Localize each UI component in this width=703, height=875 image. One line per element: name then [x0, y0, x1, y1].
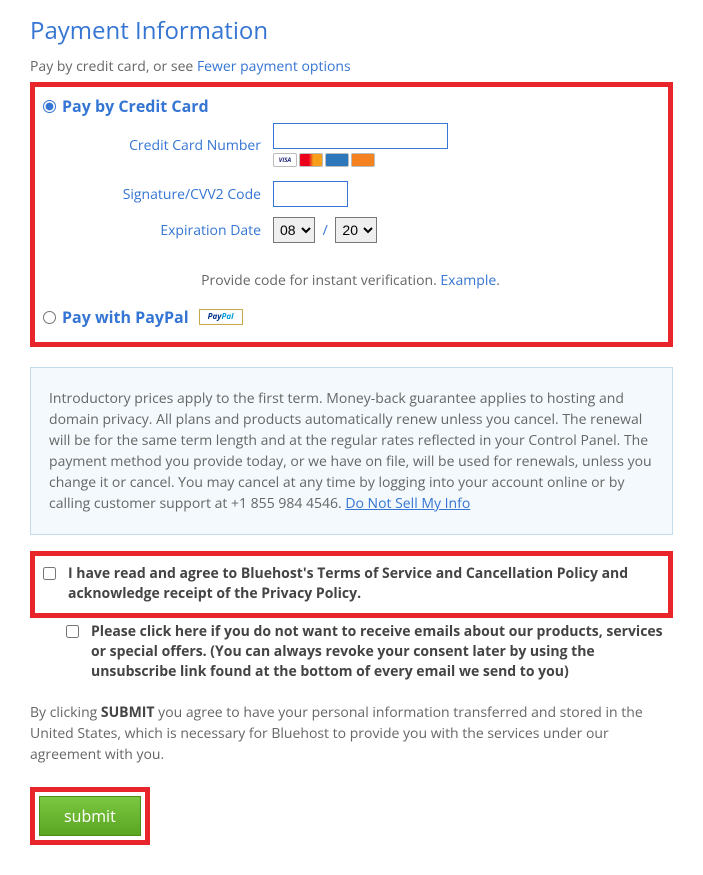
- pay-credit-radio[interactable]: [43, 100, 56, 113]
- privacy-link[interactable]: Privacy Policy: [261, 584, 357, 603]
- footer-bold: SUBMIT: [101, 703, 155, 722]
- exp-year-select[interactable]: 20: [335, 217, 377, 243]
- submit-disclaimer: By clicking SUBMIT you agree to have you…: [30, 702, 673, 765]
- pay-credit-row[interactable]: Pay by Credit Card: [43, 95, 658, 117]
- verify-suffix: .: [496, 271, 500, 290]
- exp-month-select[interactable]: 08: [273, 217, 315, 243]
- verify-prefix: Provide code for instant verification.: [201, 271, 440, 290]
- amex-icon: [325, 153, 349, 167]
- agree-terms-block: I have read and agree to Bluehost's Term…: [30, 551, 673, 618]
- submit-highlight: submit: [30, 787, 150, 845]
- page-title: Payment Information: [30, 14, 673, 47]
- discover-icon: [351, 153, 375, 167]
- do-not-sell-link[interactable]: Do Not Sell My Info: [345, 494, 470, 513]
- fewer-options-link[interactable]: Fewer payment options: [197, 57, 351, 76]
- visa-icon: VISA: [273, 153, 297, 167]
- cc-number-input[interactable]: [273, 123, 448, 149]
- agree-terms-row[interactable]: I have read and agree to Bluehost's Term…: [43, 560, 660, 609]
- email-opt-checkbox[interactable]: [66, 625, 79, 638]
- terms-info-box: Introductory prices apply to the first t…: [30, 367, 673, 535]
- pay-paypal-label: Pay with PayPal: [62, 306, 189, 328]
- verify-line: Provide code for instant verification. E…: [43, 271, 658, 290]
- pay-paypal-radio[interactable]: [43, 311, 56, 324]
- card-brand-icons: VISA: [273, 153, 658, 167]
- verify-example-link[interactable]: Example: [440, 271, 496, 290]
- cc-number-label: Credit Card Number: [43, 136, 273, 155]
- pay-paypal-row[interactable]: Pay with PayPal PayPal: [43, 306, 658, 328]
- agree-p1: I have read and agree to Bluehost's: [68, 564, 317, 583]
- agree-terms-checkbox[interactable]: [43, 567, 56, 580]
- payment-subline: Pay by credit card, or see Fewer payment…: [30, 57, 673, 76]
- agree-terms-text: I have read and agree to Bluehost's Term…: [68, 564, 660, 605]
- footer-p1: By clicking: [30, 703, 101, 722]
- pay-credit-label: Pay by Credit Card: [62, 95, 209, 117]
- subline-text: Pay by credit card, or see: [30, 57, 197, 76]
- cc-number-row: Credit Card Number VISA: [43, 123, 658, 167]
- payment-methods-box: Pay by Credit Card Credit Card Number VI…: [30, 82, 673, 347]
- email-opt-text: Please click here if you do not want to …: [91, 622, 673, 683]
- tos-link[interactable]: Terms of Service: [317, 564, 432, 583]
- exp-separator: /: [323, 221, 328, 240]
- cvv-row: Signature/CVV2 Code: [43, 181, 658, 207]
- exp-row: Expiration Date 08 / 20: [43, 217, 658, 243]
- exp-label: Expiration Date: [43, 221, 273, 240]
- agree-p2: and: [432, 564, 466, 583]
- mastercard-icon: [299, 153, 323, 167]
- cvv-input[interactable]: [273, 181, 348, 207]
- cvv-label: Signature/CVV2 Code: [43, 185, 273, 204]
- submit-button[interactable]: submit: [39, 796, 141, 836]
- agree-p4: .: [357, 584, 361, 603]
- email-opt-row[interactable]: Please click here if you do not want to …: [30, 618, 673, 687]
- paypal-icon: PayPal: [199, 309, 243, 325]
- cancellation-link[interactable]: Cancellation Policy: [466, 564, 598, 583]
